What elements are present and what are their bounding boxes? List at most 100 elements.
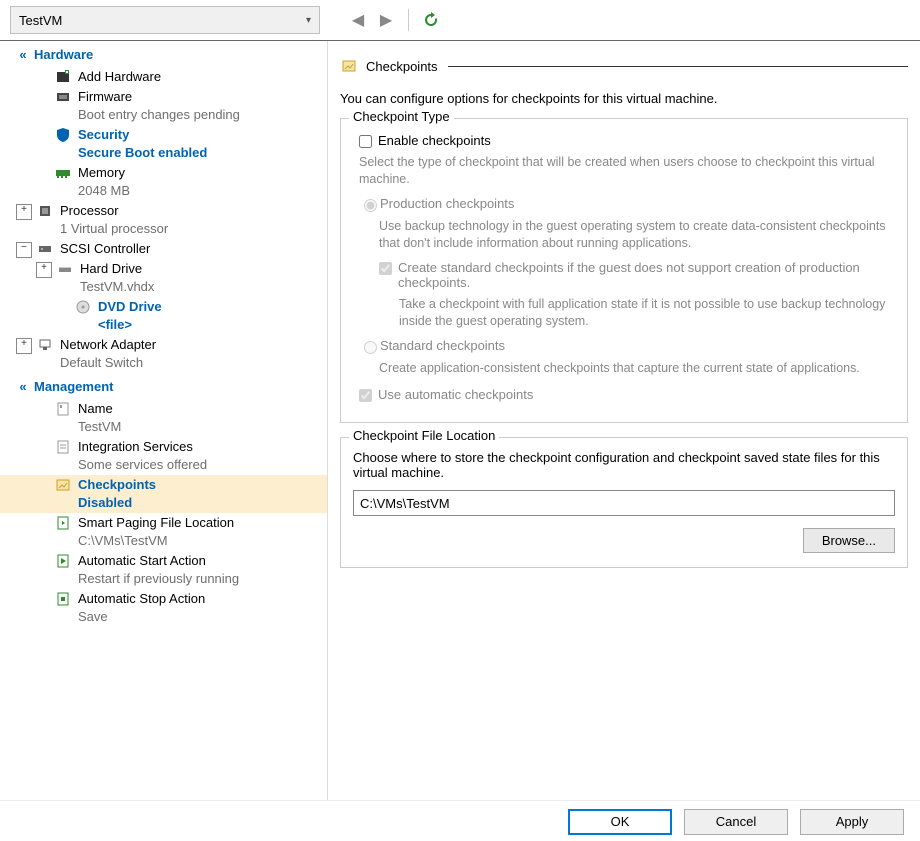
nav-hard-drive-sub: TestVM.vhdx bbox=[80, 278, 154, 296]
auto-start-icon bbox=[54, 552, 72, 570]
vm-selector-dropdown[interactable]: TestVM ▾ bbox=[10, 6, 320, 34]
section-checkpoint-type: Checkpoint Type Enable checkpoints Selec… bbox=[340, 118, 908, 423]
nav-memory-sub: 2048 MB bbox=[78, 182, 130, 200]
settings-tree: « Hardware Add Hardware Firmware Boot en… bbox=[0, 41, 328, 800]
dialog-buttons: OK Cancel Apply bbox=[0, 800, 920, 841]
standard-checkpoints-radio bbox=[364, 341, 377, 354]
location-input[interactable] bbox=[353, 490, 895, 516]
ok-button[interactable]: OK bbox=[568, 809, 672, 835]
nav-security-label: Security bbox=[78, 126, 207, 144]
nav-memory[interactable]: Memory 2048 MB bbox=[0, 163, 327, 201]
nav-smart-paging[interactable]: Smart Paging File Location C:\VMs\TestVM bbox=[0, 513, 327, 551]
section-checkpoint-type-title: Checkpoint Type bbox=[349, 109, 454, 124]
collapse-icon: « bbox=[16, 379, 30, 394]
refresh-button[interactable] bbox=[417, 6, 445, 34]
nav-network-adapter[interactable]: + Network Adapter Default Switch bbox=[0, 335, 327, 373]
scsi-icon bbox=[36, 240, 54, 258]
settings-panel: Checkpoints You can configure options fo… bbox=[328, 41, 920, 800]
production-checkpoints-radio bbox=[364, 199, 377, 212]
nav-separator bbox=[408, 9, 409, 31]
nav-smart-paging-sub: C:\VMs\TestVM bbox=[78, 532, 234, 550]
category-hardware-label: Hardware bbox=[34, 47, 93, 62]
nav-auto-stop[interactable]: Automatic Stop Action Save bbox=[0, 589, 327, 627]
checkpoints-icon bbox=[340, 57, 358, 75]
nav-checkpoints[interactable]: Checkpoints Disabled bbox=[0, 475, 327, 513]
nav-processor-label: Processor bbox=[60, 202, 168, 220]
add-hardware-icon bbox=[54, 68, 72, 86]
auto-checkpoints-row: Use automatic checkpoints bbox=[359, 387, 895, 402]
category-management[interactable]: « Management bbox=[0, 373, 327, 399]
checkpoints-icon bbox=[54, 476, 72, 494]
apply-button[interactable]: Apply bbox=[800, 809, 904, 835]
cancel-button[interactable]: Cancel bbox=[684, 809, 788, 835]
triangle-left-icon: ◀ bbox=[352, 10, 364, 30]
nav-processor[interactable]: + Processor 1 Virtual processor bbox=[0, 201, 327, 239]
nav-integration-sub: Some services offered bbox=[78, 456, 207, 474]
nav-forward-button[interactable]: ▶ bbox=[372, 6, 400, 34]
nav-scsi-controller[interactable]: − SCSI Controller bbox=[0, 239, 327, 259]
expand-icon[interactable]: + bbox=[16, 204, 32, 220]
section-checkpoint-location: Checkpoint File Location Choose where to… bbox=[340, 437, 908, 568]
nav-checkpoints-label: Checkpoints bbox=[78, 476, 156, 494]
auto-checkpoints-checkbox bbox=[359, 389, 372, 402]
smart-paging-icon bbox=[54, 514, 72, 532]
chevron-down-icon: ▾ bbox=[306, 15, 311, 26]
nav-name[interactable]: Name TestVM bbox=[0, 399, 327, 437]
nav-add-hardware[interactable]: Add Hardware bbox=[0, 67, 327, 87]
memory-icon bbox=[54, 164, 72, 182]
panel-title: Checkpoints bbox=[366, 59, 438, 74]
firmware-icon bbox=[54, 88, 72, 106]
nav-auto-start[interactable]: Automatic Start Action Restart if previo… bbox=[0, 551, 327, 589]
browse-button[interactable]: Browse... bbox=[803, 528, 895, 553]
nav-network-label: Network Adapter bbox=[60, 336, 156, 354]
nav-name-sub: TestVM bbox=[78, 418, 121, 436]
expand-icon[interactable]: + bbox=[36, 262, 52, 278]
triangle-right-icon: ▶ bbox=[380, 10, 392, 30]
nav-dvd-label: DVD Drive bbox=[98, 298, 162, 316]
standard-checkpoints-label: Standard checkpoints bbox=[380, 338, 505, 353]
panel-header: Checkpoints bbox=[340, 57, 908, 75]
dvd-icon bbox=[74, 298, 92, 316]
expand-icon[interactable]: + bbox=[16, 338, 32, 354]
nav-auto-stop-sub: Save bbox=[78, 608, 205, 626]
shield-icon bbox=[54, 126, 72, 144]
nav-dvd-drive[interactable]: DVD Drive <file> bbox=[0, 297, 327, 335]
nav-smart-paging-label: Smart Paging File Location bbox=[78, 514, 234, 532]
type-description: Select the type of checkpoint that will … bbox=[359, 154, 895, 188]
nav-memory-label: Memory bbox=[78, 164, 130, 182]
fallback-label: Create standard checkpoints if the guest… bbox=[398, 260, 895, 290]
nav-dvd-sub: <file> bbox=[98, 316, 162, 334]
nav-firmware-sub: Boot entry changes pending bbox=[78, 106, 240, 124]
nav-security-sub: Secure Boot enabled bbox=[78, 144, 207, 162]
collapse-icon[interactable]: − bbox=[16, 242, 32, 258]
fallback-checkbox bbox=[379, 262, 392, 275]
standard-desc: Create application-consistent checkpoint… bbox=[379, 360, 895, 377]
nav-checkpoints-sub: Disabled bbox=[78, 494, 156, 512]
header-line bbox=[448, 66, 908, 67]
nav-hard-drive[interactable]: + Hard Drive TestVM.vhdx bbox=[0, 259, 327, 297]
nav-firmware-label: Firmware bbox=[78, 88, 240, 106]
nav-auto-start-sub: Restart if previously running bbox=[78, 570, 239, 588]
nav-add-hardware-label: Add Hardware bbox=[78, 68, 161, 86]
nav-buttons: ◀ ▶ bbox=[344, 0, 445, 40]
nav-firmware[interactable]: Firmware Boot entry changes pending bbox=[0, 87, 327, 125]
production-checkpoints-row: Production checkpoints bbox=[359, 196, 895, 212]
production-desc: Use backup technology in the guest opera… bbox=[379, 218, 895, 252]
fallback-row: Create standard checkpoints if the guest… bbox=[379, 260, 895, 290]
nav-back-button[interactable]: ◀ bbox=[344, 6, 372, 34]
nav-auto-start-label: Automatic Start Action bbox=[78, 552, 239, 570]
nav-integration-services[interactable]: Integration Services Some services offer… bbox=[0, 437, 327, 475]
network-icon bbox=[36, 336, 54, 354]
production-checkpoints-label: Production checkpoints bbox=[380, 196, 514, 211]
nav-scsi-label: SCSI Controller bbox=[60, 240, 150, 258]
category-hardware[interactable]: « Hardware bbox=[0, 41, 327, 67]
nav-security[interactable]: Security Secure Boot enabled bbox=[0, 125, 327, 163]
collapse-icon: « bbox=[16, 47, 30, 62]
location-description: Choose where to store the checkpoint con… bbox=[353, 450, 895, 480]
vm-selector-value: TestVM bbox=[19, 13, 62, 28]
panel-intro: You can configure options for checkpoint… bbox=[340, 91, 908, 106]
nav-integration-label: Integration Services bbox=[78, 438, 207, 456]
fallback-desc: Take a checkpoint with full application … bbox=[399, 296, 895, 330]
nav-network-sub: Default Switch bbox=[60, 354, 156, 372]
enable-checkpoints-checkbox[interactable] bbox=[359, 135, 372, 148]
